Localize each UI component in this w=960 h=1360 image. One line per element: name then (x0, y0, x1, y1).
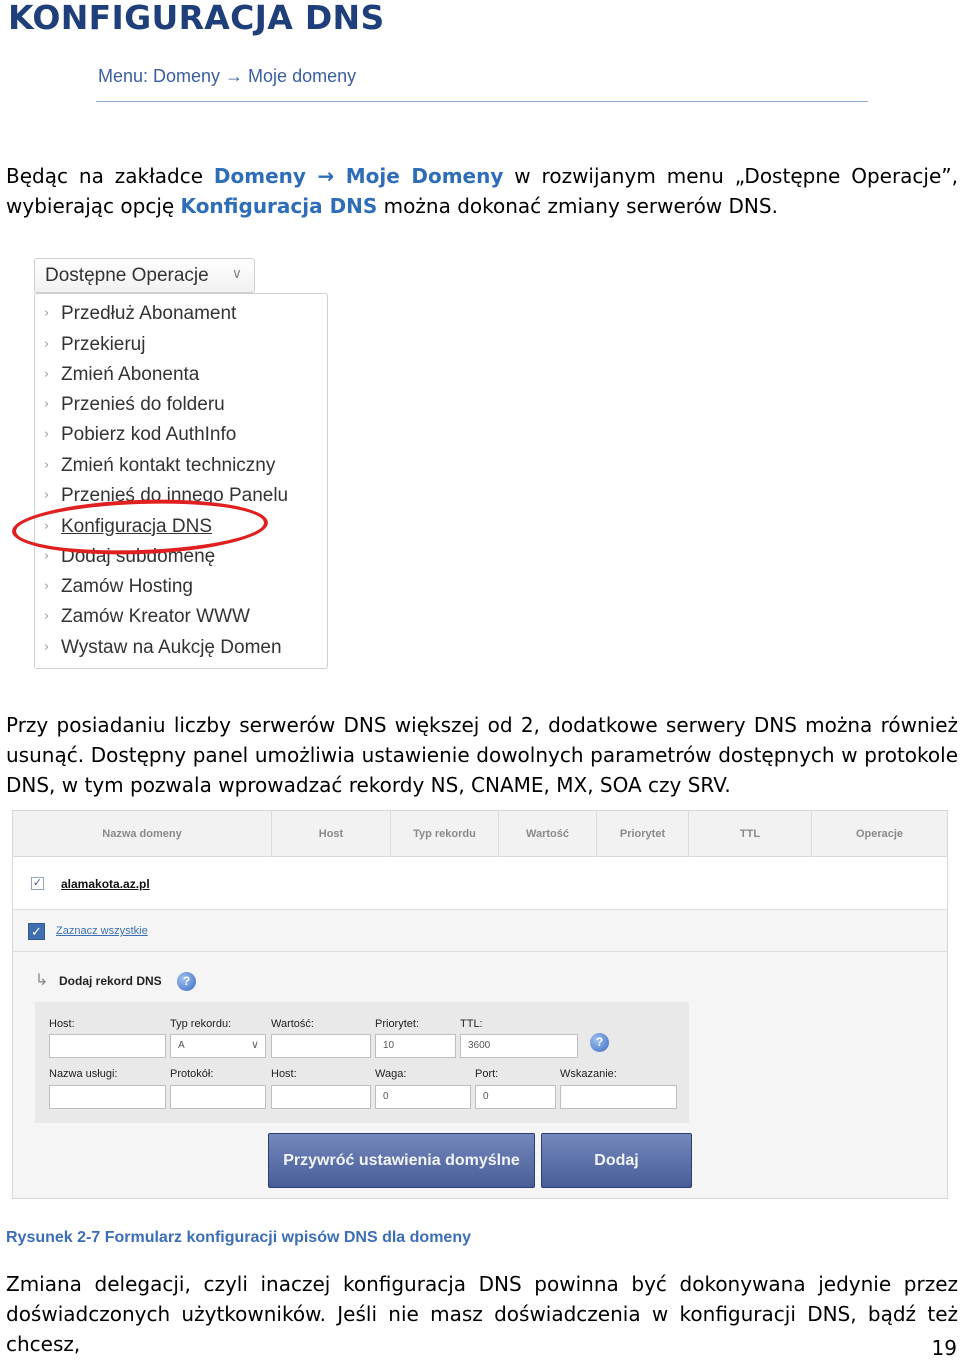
operations-menu: › Przedłuż Abonament › Przekieruj › Zmie… (34, 293, 328, 669)
host-input[interactable] (49, 1034, 166, 1058)
operations-dropdown-label: Dostępne Operacje (45, 265, 209, 286)
menu-item[interactable]: Wystaw na Aukcję Domen (61, 637, 282, 659)
dns-panel: Nazwa domeny Host Typ rekordu Wartość Pr… (12, 810, 948, 1199)
paragraph-2-line-2: usunąć. Dostępny panel umożliwia ustawie… (6, 743, 958, 767)
menu-item[interactable]: Zamów Hosting (61, 576, 193, 598)
menu-item[interactable]: Pobierz kod AuthInfo (61, 424, 236, 446)
ttl-input[interactable]: 3600 (460, 1034, 578, 1058)
figure-caption: Rysunek 2-7 Formularz konfiguracji wpisó… (6, 1229, 471, 1246)
page-number: 19 (931, 1336, 957, 1360)
paragraph-3-line-1: Zmiana delegacji, czyli inaczej konfigur… (6, 1272, 958, 1296)
chevron-right-icon: › (44, 609, 50, 624)
value-label: Wartość: (271, 1018, 314, 1030)
chevron-right-icon: › (44, 579, 50, 594)
service-name-label: Nazwa usługi: (49, 1068, 118, 1080)
value-input[interactable] (271, 1034, 371, 1058)
paragraph-1-line-2: wybierając opcję Konfiguracja DNS można … (6, 194, 778, 218)
divider (96, 101, 868, 102)
link-moje-domeny: Moje Domeny (345, 164, 504, 188)
chevron-right-icon: › (44, 397, 50, 412)
add-record-section: ↳ Dodaj rekord DNS ? Host: Typ rekordu: … (13, 952, 947, 1198)
column-header[interactable]: Nazwa domeny (13, 811, 272, 857)
menu-item[interactable]: Zmień Abonenta (61, 364, 199, 386)
add-record-form: Host: Typ rekordu: Wartość: Priorytet: T… (35, 1002, 689, 1123)
select-all-row: ✓ Zaznacz wszystkie (13, 910, 947, 952)
table-row: ✓ alamakota.az.pl (13, 857, 947, 910)
menu-path: Menu: Domeny → Moje domeny (98, 66, 357, 86)
column-header[interactable]: Host (272, 811, 391, 857)
host-label: Host: (49, 1018, 75, 1030)
paragraph-1-line-1: Będąc na zakładce Domeny → Moje Domeny w… (6, 164, 959, 188)
operations-dropdown[interactable]: Dostępne Operacje ∨ (34, 258, 255, 293)
menu-item[interactable]: Zamów Kreator WWW (61, 606, 250, 628)
target-input[interactable] (560, 1085, 677, 1109)
domain-link[interactable]: alamakota.az.pl (61, 877, 150, 891)
row-checkbox[interactable]: ✓ (31, 877, 44, 890)
add-record-title: Dodaj rekord DNS (59, 974, 162, 988)
chevron-right-icon: › (44, 306, 50, 321)
record-type-label: Typ rekordu: (170, 1018, 232, 1030)
arrow-icon: → (305, 164, 346, 188)
chevron-right-icon: › (44, 488, 50, 503)
column-header[interactable]: Priorytet (597, 811, 689, 857)
service-name-input[interactable] (49, 1085, 166, 1109)
column-header[interactable]: Wartość (499, 811, 597, 857)
menu-item[interactable]: Zmień kontakt techniczny (61, 455, 275, 477)
protocol-input[interactable] (170, 1085, 266, 1109)
page-title: KONFIGURACJA DNS (8, 0, 385, 37)
host2-input[interactable] (271, 1085, 371, 1109)
column-header[interactable]: TTL (689, 811, 812, 857)
paragraph-2-line-1: Przy posiadaniu liczby serwerów DNS więk… (6, 713, 958, 737)
menu-item[interactable]: Przekieruj (61, 334, 145, 356)
paragraph-2-line-3: DNS, w tym pozwala wprowadzać rekordy NS… (6, 773, 731, 797)
link-domeny: Domeny (213, 164, 306, 188)
chevron-right-icon: › (44, 427, 50, 442)
chevron-right-icon: › (44, 367, 50, 382)
return-arrow-icon: ↳ (35, 972, 49, 989)
target-label: Wskazanie: (560, 1068, 617, 1080)
paragraph-3-line-2: doświadczonych użytkowników. Jeśli nie m… (6, 1302, 958, 1356)
help-icon[interactable]: ? (590, 1033, 609, 1052)
chevron-down-icon: ∨ (231, 265, 242, 281)
priority-input[interactable]: 10 (375, 1034, 456, 1058)
chevron-right-icon: › (44, 458, 50, 473)
menu-item[interactable]: Przenieś do folderu (61, 394, 225, 416)
column-header[interactable]: Typ rekordu (391, 811, 499, 857)
select-all-checkbox[interactable]: ✓ (28, 923, 45, 940)
priority-label: Priorytet: (375, 1018, 420, 1030)
help-icon[interactable]: ? (177, 972, 196, 991)
port-input[interactable]: 0 (475, 1085, 556, 1109)
record-type-select[interactable]: A ∨ (170, 1034, 266, 1058)
chevron-right-icon: › (44, 337, 50, 352)
add-button[interactable]: Dodaj (541, 1133, 692, 1188)
ttl-label: TTL: (460, 1018, 483, 1030)
record-type-value: A (178, 1040, 185, 1051)
weight-label: Waga: (375, 1068, 407, 1080)
link-konfiguracja-dns: Konfiguracja DNS (180, 194, 378, 218)
column-header[interactable]: Operacje (812, 811, 947, 857)
select-all-link[interactable]: Zaznacz wszystkie (56, 925, 148, 937)
chevron-down-icon: ∨ (250, 1039, 259, 1051)
host2-label: Host: (271, 1068, 297, 1080)
weight-input[interactable]: 0 (375, 1085, 471, 1109)
menu-item[interactable]: Przedłuż Abonament (61, 303, 236, 325)
chevron-right-icon: › (44, 640, 50, 655)
table-header: Nazwa domeny Host Typ rekordu Wartość Pr… (13, 811, 947, 857)
protocol-label: Protokół: (170, 1068, 214, 1080)
chevron-right-icon: › (44, 549, 50, 564)
port-label: Port: (475, 1068, 499, 1080)
restore-defaults-button[interactable]: Przywróć ustawienia domyślne (268, 1133, 535, 1188)
